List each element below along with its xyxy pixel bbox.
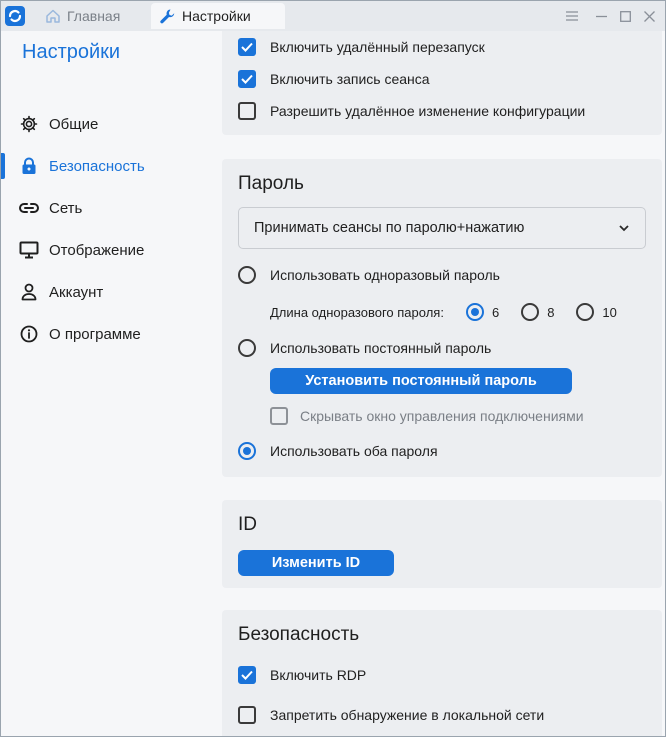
select-value: Принимать сеансы по паролю+нажатию bbox=[254, 220, 525, 236]
length-option-6[interactable]: 6 bbox=[465, 303, 500, 321]
id-card: ID Изменить ID bbox=[222, 500, 662, 588]
sidebar-title: Настройки bbox=[22, 41, 121, 63]
settings-content[interactable]: Включить удалённый перезапуск Включить з… bbox=[202, 31, 665, 736]
radio-unselected[interactable] bbox=[576, 303, 595, 321]
minimize-button[interactable] bbox=[591, 6, 611, 26]
radio-selected[interactable] bbox=[238, 442, 256, 460]
info-icon bbox=[19, 324, 39, 344]
link-icon bbox=[19, 198, 39, 218]
sidebar-item-general[interactable]: Общие bbox=[1, 107, 202, 141]
security-card-title: Безопасность bbox=[238, 624, 360, 645]
deny-lan-discovery-option[interactable]: Запретить обнаружение в локальной сети bbox=[238, 704, 544, 726]
hamburger-icon bbox=[566, 11, 578, 21]
sidebar-item-label: Безопасность bbox=[49, 157, 145, 175]
maximize-button[interactable] bbox=[615, 6, 635, 26]
sidebar-item-label: Сеть bbox=[49, 199, 83, 217]
length-option-8[interactable]: 8 bbox=[521, 303, 554, 321]
minimize-icon bbox=[595, 15, 607, 17]
lock-icon bbox=[19, 156, 39, 176]
radio-unselected[interactable] bbox=[238, 339, 256, 357]
checkmark-icon bbox=[241, 42, 253, 52]
sidebar: Настройки Общие Безопасность Сеть Отобра… bbox=[1, 31, 202, 736]
home-icon bbox=[46, 9, 60, 23]
user-icon bbox=[19, 282, 39, 302]
option-label: Использовать одноразовый пароль bbox=[270, 267, 500, 283]
length-option-label: 8 bbox=[547, 304, 555, 320]
tab-home[interactable]: Главная bbox=[37, 3, 147, 29]
option-label: Скрывать окно управления подключениями bbox=[300, 408, 584, 424]
checkbox-unchecked[interactable] bbox=[270, 407, 288, 425]
sidebar-item-label: О программе bbox=[49, 325, 141, 343]
gear-icon bbox=[19, 114, 39, 134]
app-window: Главная Настройки Настройки Общие Безопа… bbox=[0, 0, 666, 737]
length-option-label: 10 bbox=[602, 304, 617, 320]
both-passwords-option[interactable]: Использовать оба пароля bbox=[238, 440, 438, 462]
close-icon bbox=[643, 10, 655, 22]
change-id-button[interactable]: Изменить ID bbox=[238, 550, 394, 576]
chevron-down-icon bbox=[619, 225, 629, 232]
option-label: Включить RDP bbox=[270, 667, 367, 683]
remote-config-option[interactable]: Разрешить удалённое изменение конфигурац… bbox=[238, 100, 585, 122]
permissions-card: Включить удалённый перезапуск Включить з… bbox=[222, 31, 662, 135]
checkbox-checked[interactable] bbox=[238, 70, 256, 88]
remote-restart-option[interactable]: Включить удалённый перезапуск bbox=[238, 36, 485, 58]
option-label: Использовать постоянный пароль bbox=[270, 340, 492, 356]
sidebar-item-display[interactable]: Отображение bbox=[1, 233, 202, 267]
maximize-icon bbox=[619, 10, 631, 22]
close-button[interactable] bbox=[639, 6, 659, 26]
radio-unselected[interactable] bbox=[521, 303, 540, 321]
menu-button[interactable] bbox=[562, 6, 582, 26]
radio-unselected[interactable] bbox=[238, 266, 256, 284]
one-time-password-option[interactable]: Использовать одноразовый пароль bbox=[238, 264, 500, 286]
sidebar-item-network[interactable]: Сеть bbox=[1, 191, 202, 225]
set-permanent-password-button[interactable]: Установить постоянный пароль bbox=[270, 368, 572, 394]
checkbox-checked[interactable] bbox=[238, 38, 256, 56]
length-option-label: 6 bbox=[491, 304, 500, 320]
hide-cm-option[interactable]: Скрывать окно управления подключениями bbox=[270, 405, 584, 427]
checkbox-unchecked[interactable] bbox=[238, 706, 256, 724]
sidebar-item-label: Отображение bbox=[49, 241, 145, 259]
title-bar: Главная Настройки bbox=[1, 1, 665, 31]
sidebar-item-account[interactable]: Аккаунт bbox=[1, 275, 202, 309]
option-label: Запретить обнаружение в локальной сети bbox=[270, 707, 545, 723]
radio-selected[interactable] bbox=[465, 303, 484, 321]
security-card: Безопасность Включить RDP Запретить обна… bbox=[222, 610, 662, 736]
password-card: Пароль Принимать сеансы по паролю+нажати… bbox=[222, 159, 662, 477]
enable-rdp-option[interactable]: Включить RDP bbox=[238, 664, 366, 686]
session-recording-option[interactable]: Включить запись сеанса bbox=[238, 68, 430, 90]
app-logo-icon bbox=[5, 6, 25, 26]
checkmark-icon bbox=[241, 74, 253, 84]
tab-settings[interactable]: Настройки bbox=[151, 3, 285, 29]
permanent-password-option[interactable]: Использовать постоянный пароль bbox=[238, 337, 491, 359]
sidebar-item-security[interactable]: Безопасность bbox=[1, 149, 202, 183]
option-label: Использовать оба пароля bbox=[270, 443, 438, 459]
id-card-title: ID bbox=[238, 514, 257, 535]
tab-settings-label: Настройки bbox=[182, 8, 251, 24]
monitor-icon bbox=[19, 240, 39, 260]
sidebar-item-label: Общие bbox=[49, 115, 99, 133]
password-length-label: Длина одноразового пароля: bbox=[270, 304, 444, 320]
checkbox-unchecked[interactable] bbox=[238, 102, 256, 120]
approve-mode-select[interactable]: Принимать сеансы по паролю+нажатию bbox=[238, 207, 646, 249]
option-label: Включить запись сеанса bbox=[270, 71, 430, 87]
length-option-10[interactable]: 10 bbox=[576, 303, 617, 321]
checkmark-icon bbox=[241, 670, 253, 680]
checkbox-checked[interactable] bbox=[238, 666, 256, 684]
password-length-row: Длина одноразового пароля: 6 8 10 bbox=[270, 301, 617, 323]
wrench-icon bbox=[160, 9, 175, 23]
option-label: Включить удалённый перезапуск bbox=[270, 39, 485, 55]
password-card-title: Пароль bbox=[238, 173, 304, 194]
sidebar-item-label: Аккаунт bbox=[49, 283, 104, 301]
sidebar-item-about[interactable]: О программе bbox=[1, 317, 202, 351]
tab-home-label: Главная bbox=[67, 8, 121, 24]
option-label: Разрешить удалённое изменение конфигурац… bbox=[270, 103, 586, 119]
